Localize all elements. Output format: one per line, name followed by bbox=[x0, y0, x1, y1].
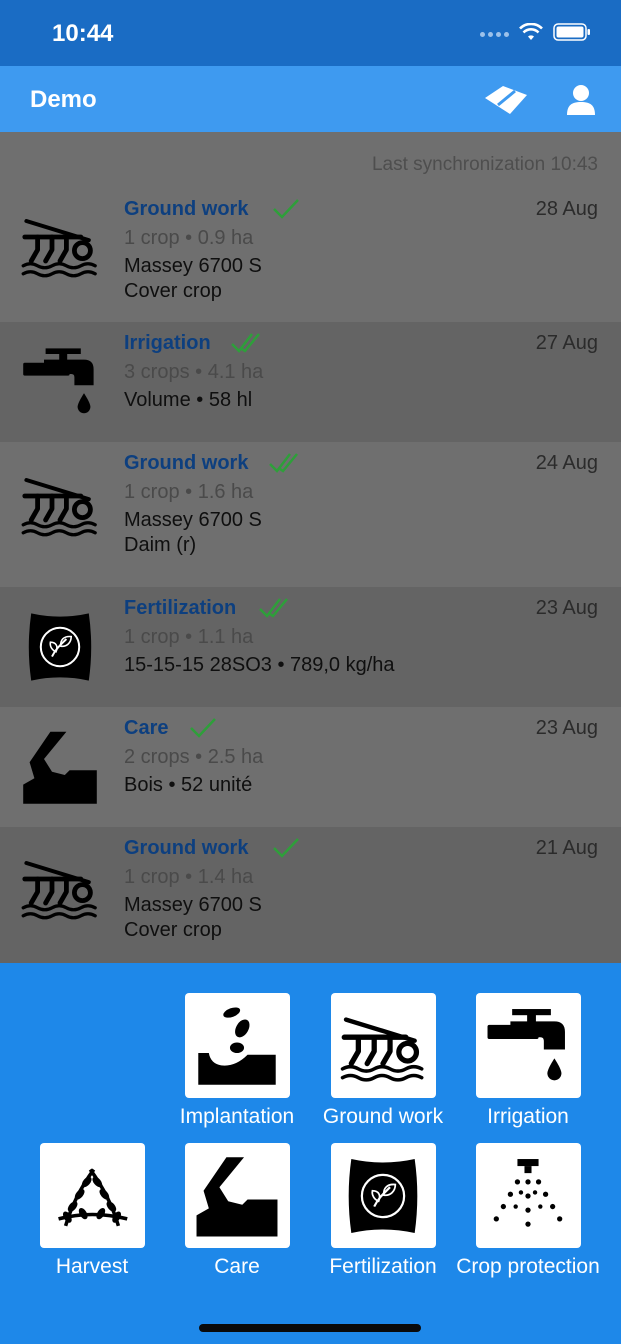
intervention-type: Care bbox=[124, 717, 169, 739]
intervention-date: 21 Aug bbox=[535, 837, 598, 859]
intervention-detail: Cover crop bbox=[124, 280, 222, 302]
intervention-item[interactable]: Care 23 Aug 2 crops • 2.5 ha Bois • 52 u… bbox=[0, 707, 621, 827]
intervention-type: Fertilization bbox=[124, 597, 237, 619]
fertilization-icon bbox=[348, 1158, 418, 1233]
intervention-item[interactable]: Ground work 24 Aug 1 crop • 1.6 ha Masse… bbox=[0, 442, 621, 587]
intervention-meta: 1 crop • 0.9 ha bbox=[124, 227, 254, 249]
intervention-item[interactable]: Fertilization 23 Aug 1 crop • 1.1 ha 15-… bbox=[0, 587, 621, 707]
intervention-detail: Massey 6700 S bbox=[124, 255, 262, 277]
ground-work-icon bbox=[20, 205, 100, 285]
intervention-detail: Bois • 52 unité bbox=[124, 774, 253, 796]
intervention-date: 23 Aug bbox=[535, 597, 598, 619]
user-icon bbox=[567, 85, 595, 115]
ground-work-icon bbox=[20, 847, 100, 927]
implantation-icon bbox=[198, 1006, 276, 1085]
double-check-icon bbox=[231, 333, 260, 353]
care-icon bbox=[196, 1156, 278, 1236]
intervention-type: Ground work bbox=[124, 837, 249, 859]
app-title: Demo bbox=[30, 86, 97, 113]
intervention-date: 23 Aug bbox=[535, 717, 598, 739]
care-button[interactable]: Care bbox=[164, 1143, 310, 1279]
fertilization-label: Fertilization bbox=[329, 1255, 437, 1278]
care-icon bbox=[20, 727, 100, 807]
battery-icon bbox=[553, 22, 591, 46]
new-intervention-panel: Implantation Ground work Irrigation Harv… bbox=[0, 963, 621, 1344]
implantation-label: Implantation bbox=[179, 1105, 295, 1128]
ground-work-icon bbox=[20, 464, 100, 544]
irrigation-button[interactable]: Irrigation bbox=[455, 993, 601, 1129]
intervention-type: Ground work bbox=[124, 198, 249, 220]
intervention-date: 27 Aug bbox=[535, 332, 598, 354]
intervention-detail: Massey 6700 S bbox=[124, 509, 262, 531]
crop-protection-icon bbox=[493, 1158, 563, 1227]
field-map-button[interactable] bbox=[481, 80, 531, 120]
crop-protection-button[interactable]: Crop protection bbox=[455, 1143, 601, 1279]
implantation-button[interactable]: Implantation bbox=[164, 993, 310, 1129]
fertilization-button[interactable]: Fertilization bbox=[310, 1143, 456, 1279]
intervention-detail: Volume • 58 hl bbox=[124, 389, 253, 411]
harvest-label: Harvest bbox=[55, 1255, 129, 1278]
irrigation-label: Irrigation bbox=[487, 1105, 569, 1128]
cellular-signal-icon bbox=[480, 31, 509, 37]
profile-button[interactable] bbox=[561, 80, 601, 120]
status-icons bbox=[480, 22, 591, 46]
intervention-meta: 1 crop • 1.1 ha bbox=[124, 626, 254, 648]
last-sync-text: Last synchronization 10:43 bbox=[371, 154, 598, 175]
crop-protection-label: Crop protection bbox=[456, 1255, 600, 1278]
intervention-meta: 1 crop • 1.4 ha bbox=[124, 866, 254, 888]
intervention-meta: 2 crops • 2.5 ha bbox=[124, 746, 264, 768]
intervention-date: 28 Aug bbox=[535, 198, 598, 220]
intervention-detail: Massey 6700 S bbox=[124, 894, 262, 916]
harvest-button[interactable]: Harvest bbox=[19, 1143, 165, 1279]
intervention-meta: 3 crops • 4.1 ha bbox=[124, 361, 264, 383]
intervention-list: Ground work 28 Aug 1 crop • 0.9 ha Masse… bbox=[0, 188, 621, 963]
status-time: 10:44 bbox=[52, 20, 114, 47]
status-bar: 10:44 bbox=[0, 0, 621, 66]
double-check-icon bbox=[269, 453, 298, 473]
intervention-detail: 15-15-15 28SO3 • 789,0 kg/ha bbox=[124, 654, 395, 676]
ground-work-button[interactable]: Ground work bbox=[310, 993, 456, 1129]
intervention-date: 24 Aug bbox=[535, 452, 598, 474]
intervention-item[interactable]: Irrigation 27 Aug 3 crops • 4.1 ha Volum… bbox=[0, 322, 621, 442]
ground-work-icon bbox=[340, 1016, 424, 1082]
single-check-icon bbox=[190, 718, 216, 738]
single-check-icon bbox=[273, 838, 299, 858]
care-label: Care bbox=[214, 1255, 260, 1278]
intervention-type: Ground work bbox=[124, 452, 249, 474]
single-check-icon bbox=[273, 199, 299, 219]
intervention-item[interactable]: Ground work 21 Aug 1 crop • 1.4 ha Masse… bbox=[0, 827, 621, 963]
intervention-detail: Cover crop bbox=[124, 919, 222, 941]
intervention-type: Irrigation bbox=[124, 332, 211, 354]
ground-work-label: Ground work bbox=[322, 1105, 444, 1128]
harvest-icon bbox=[58, 1168, 128, 1226]
double-check-icon bbox=[259, 598, 288, 618]
home-indicator[interactable] bbox=[199, 1324, 421, 1332]
fertilization-icon bbox=[20, 607, 100, 687]
irrigation-icon bbox=[20, 342, 100, 422]
intervention-detail: Daim (r) bbox=[124, 534, 197, 556]
wifi-icon bbox=[519, 22, 543, 46]
app-bar: Demo bbox=[0, 66, 621, 132]
irrigation-icon bbox=[487, 1008, 565, 1080]
intervention-meta: 1 crop • 1.6 ha bbox=[124, 481, 254, 503]
field-map-icon bbox=[485, 86, 527, 114]
intervention-item[interactable]: Ground work 28 Aug 1 crop • 0.9 ha Masse… bbox=[0, 188, 621, 322]
